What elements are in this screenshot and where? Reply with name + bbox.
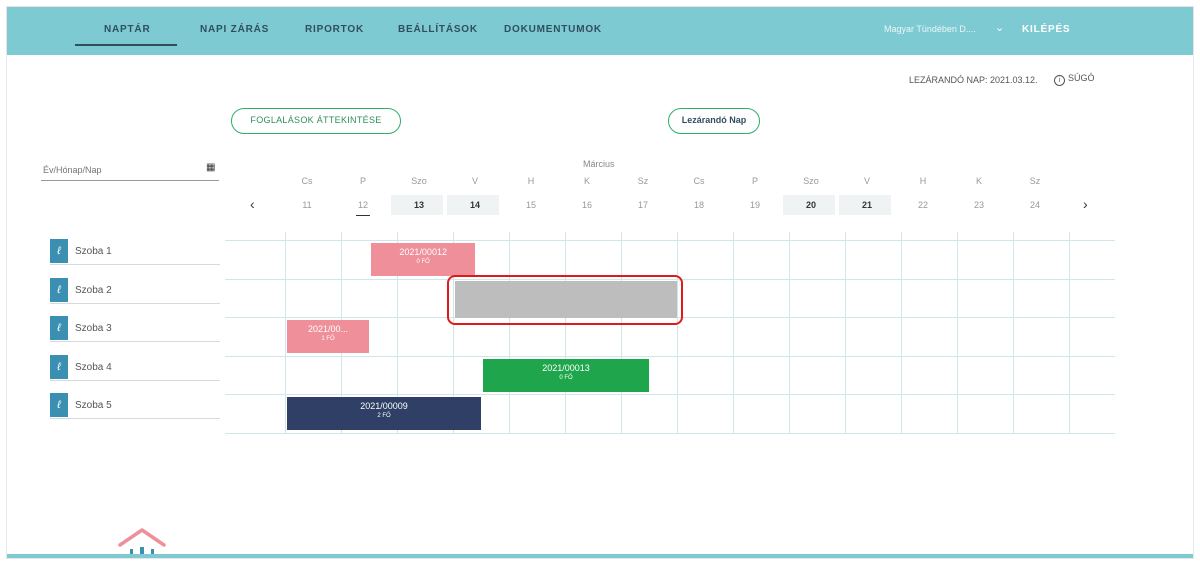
weekday-label: K (583, 176, 590, 186)
booking-guest-count: 0 FŐ (559, 374, 573, 381)
key-icon: ℓ (50, 393, 68, 417)
room-label: Szoba 2 (75, 285, 112, 296)
booking-block[interactable] (455, 280, 677, 318)
grid-column-line (509, 232, 510, 434)
day-number[interactable]: 11 (279, 200, 335, 210)
nav-napi-zaras[interactable]: NAPI ZÁRÁS (200, 24, 269, 35)
weekday-label: Szo (411, 176, 427, 186)
room-row[interactable]: ℓ Szoba 3 (50, 315, 220, 342)
weekday-label: Sz (637, 176, 649, 186)
month-label: Március (583, 159, 615, 169)
booking-block[interactable]: 2021/00009 2 FŐ (287, 397, 481, 430)
weekday-label: Cs (693, 176, 705, 186)
calendar-icon[interactable]: ▦ (206, 162, 215, 173)
booking-block[interactable]: 2021/00... 1 FŐ (287, 320, 369, 353)
help-link[interactable]: i SÚGÓ (1054, 73, 1095, 86)
booking-id: 2021/00... (307, 324, 349, 334)
next-arrow-icon[interactable]: › (1083, 196, 1088, 212)
day-number[interactable]: 19 (727, 200, 783, 210)
booking-id: 2021/00013 (542, 362, 590, 373)
grid-row-line (225, 240, 1115, 241)
active-tab-indicator (75, 44, 177, 46)
room-label: Szoba 4 (75, 362, 112, 373)
grid-column-line (677, 232, 678, 434)
bottom-bar (7, 554, 1193, 558)
grid-column-line (957, 232, 958, 434)
grid-column-line (733, 232, 734, 434)
day-number[interactable]: 18 (671, 200, 727, 210)
day-number[interactable]: 17 (615, 200, 671, 210)
day-number[interactable]: 21 (839, 200, 895, 210)
nav-dokumentumok[interactable]: DOKUMENTUMOK (504, 24, 602, 35)
booking-guest-count: 2 FŐ (377, 413, 391, 419)
grid-row-line (225, 394, 1115, 395)
booking-guest-count: 0 FŐ (416, 259, 430, 265)
chevron-down-icon[interactable]: ⌄ (995, 21, 1004, 34)
grid-row-line (225, 433, 1115, 434)
booking-id: 2021/00009 (360, 401, 408, 411)
day-number[interactable]: 16 (559, 200, 615, 210)
day-number[interactable]: 20 (783, 200, 839, 210)
weekday-label: Szo (803, 176, 819, 186)
room-row[interactable]: ℓ Szoba 2 (50, 277, 220, 304)
nav-beallitasok[interactable]: BEÁLLÍTÁSOK (398, 24, 478, 35)
nav-riportok[interactable]: RIPORTOK (305, 24, 364, 35)
booking-guest-count: 1 FŐ (321, 336, 335, 342)
day-number[interactable]: 15 (503, 200, 559, 210)
bookings-overview-button[interactable]: FOGLALÁSOK ÁTTEKINTÉSE (231, 108, 401, 134)
grid-column-line (565, 232, 566, 434)
grid-column-line (621, 232, 622, 434)
key-icon: ℓ (50, 239, 68, 263)
user-name[interactable]: Magyar Tündében D.... (884, 24, 976, 34)
weekday-label: K (975, 176, 982, 186)
top-navbar: NAPTÁR NAPI ZÁRÁS RIPORTOK BEÁLLÍTÁSOK D… (7, 7, 1193, 55)
room-row[interactable]: ℓ Szoba 5 (50, 392, 220, 419)
grid-column-line (1069, 232, 1070, 434)
day-number[interactable]: 12 (335, 200, 391, 210)
weekday-label: V (863, 176, 870, 186)
room-row[interactable]: ℓ Szoba 4 (50, 354, 220, 381)
weekday-label: H (527, 176, 535, 186)
close-day-info: LEZÁRANDÓ NAP: 2021.03.12. (909, 75, 1038, 85)
day-number[interactable]: 23 (951, 200, 1007, 210)
grid-column-line (285, 232, 286, 434)
prev-arrow-icon[interactable]: ‹ (250, 196, 255, 212)
room-label: Szoba 1 (75, 246, 112, 257)
room-row[interactable]: ℓ Szoba 1 (50, 238, 220, 265)
grid-column-line (901, 232, 902, 434)
info-icon: i (1054, 75, 1065, 86)
weekday-label: P (359, 176, 366, 186)
room-label: Szoba 3 (75, 323, 112, 334)
day-number[interactable]: 13 (391, 200, 447, 210)
app-frame: NAPTÁR NAPI ZÁRÁS RIPORTOK BEÁLLÍTÁSOK D… (7, 7, 1193, 558)
weekday-label: Sz (1029, 176, 1041, 186)
day-number[interactable]: 24 (1007, 200, 1063, 210)
help-label: SÚGÓ (1068, 73, 1095, 83)
close-day-button[interactable]: Lezárandó Nap (668, 108, 760, 134)
weekday-label: V (471, 176, 478, 186)
grid-column-line (789, 232, 790, 434)
room-label: Szoba 5 (75, 400, 112, 411)
booking-block[interactable]: 2021/00013 0 FŐ (483, 358, 649, 392)
weekday-label: P (751, 176, 758, 186)
date-input[interactable] (41, 159, 219, 181)
grid-row-line (225, 356, 1115, 357)
logout-button[interactable]: KILÉPÉS (1022, 24, 1070, 35)
day-number[interactable]: 22 (895, 200, 951, 210)
key-icon: ℓ (50, 355, 68, 379)
booking-id: 2021/00012 (399, 247, 447, 257)
nav-naptar[interactable]: NAPTÁR (104, 24, 150, 35)
booking-block[interactable]: 2021/00012 0 FŐ (371, 243, 476, 276)
grid-column-line (1013, 232, 1014, 434)
day-number[interactable]: 14 (447, 200, 503, 210)
today-underline (356, 215, 370, 216)
weekday-label: H (919, 176, 927, 186)
weekday-label: Cs (301, 176, 313, 186)
grid-column-line (845, 232, 846, 434)
key-icon: ℓ (50, 316, 68, 340)
key-icon: ℓ (50, 278, 68, 302)
